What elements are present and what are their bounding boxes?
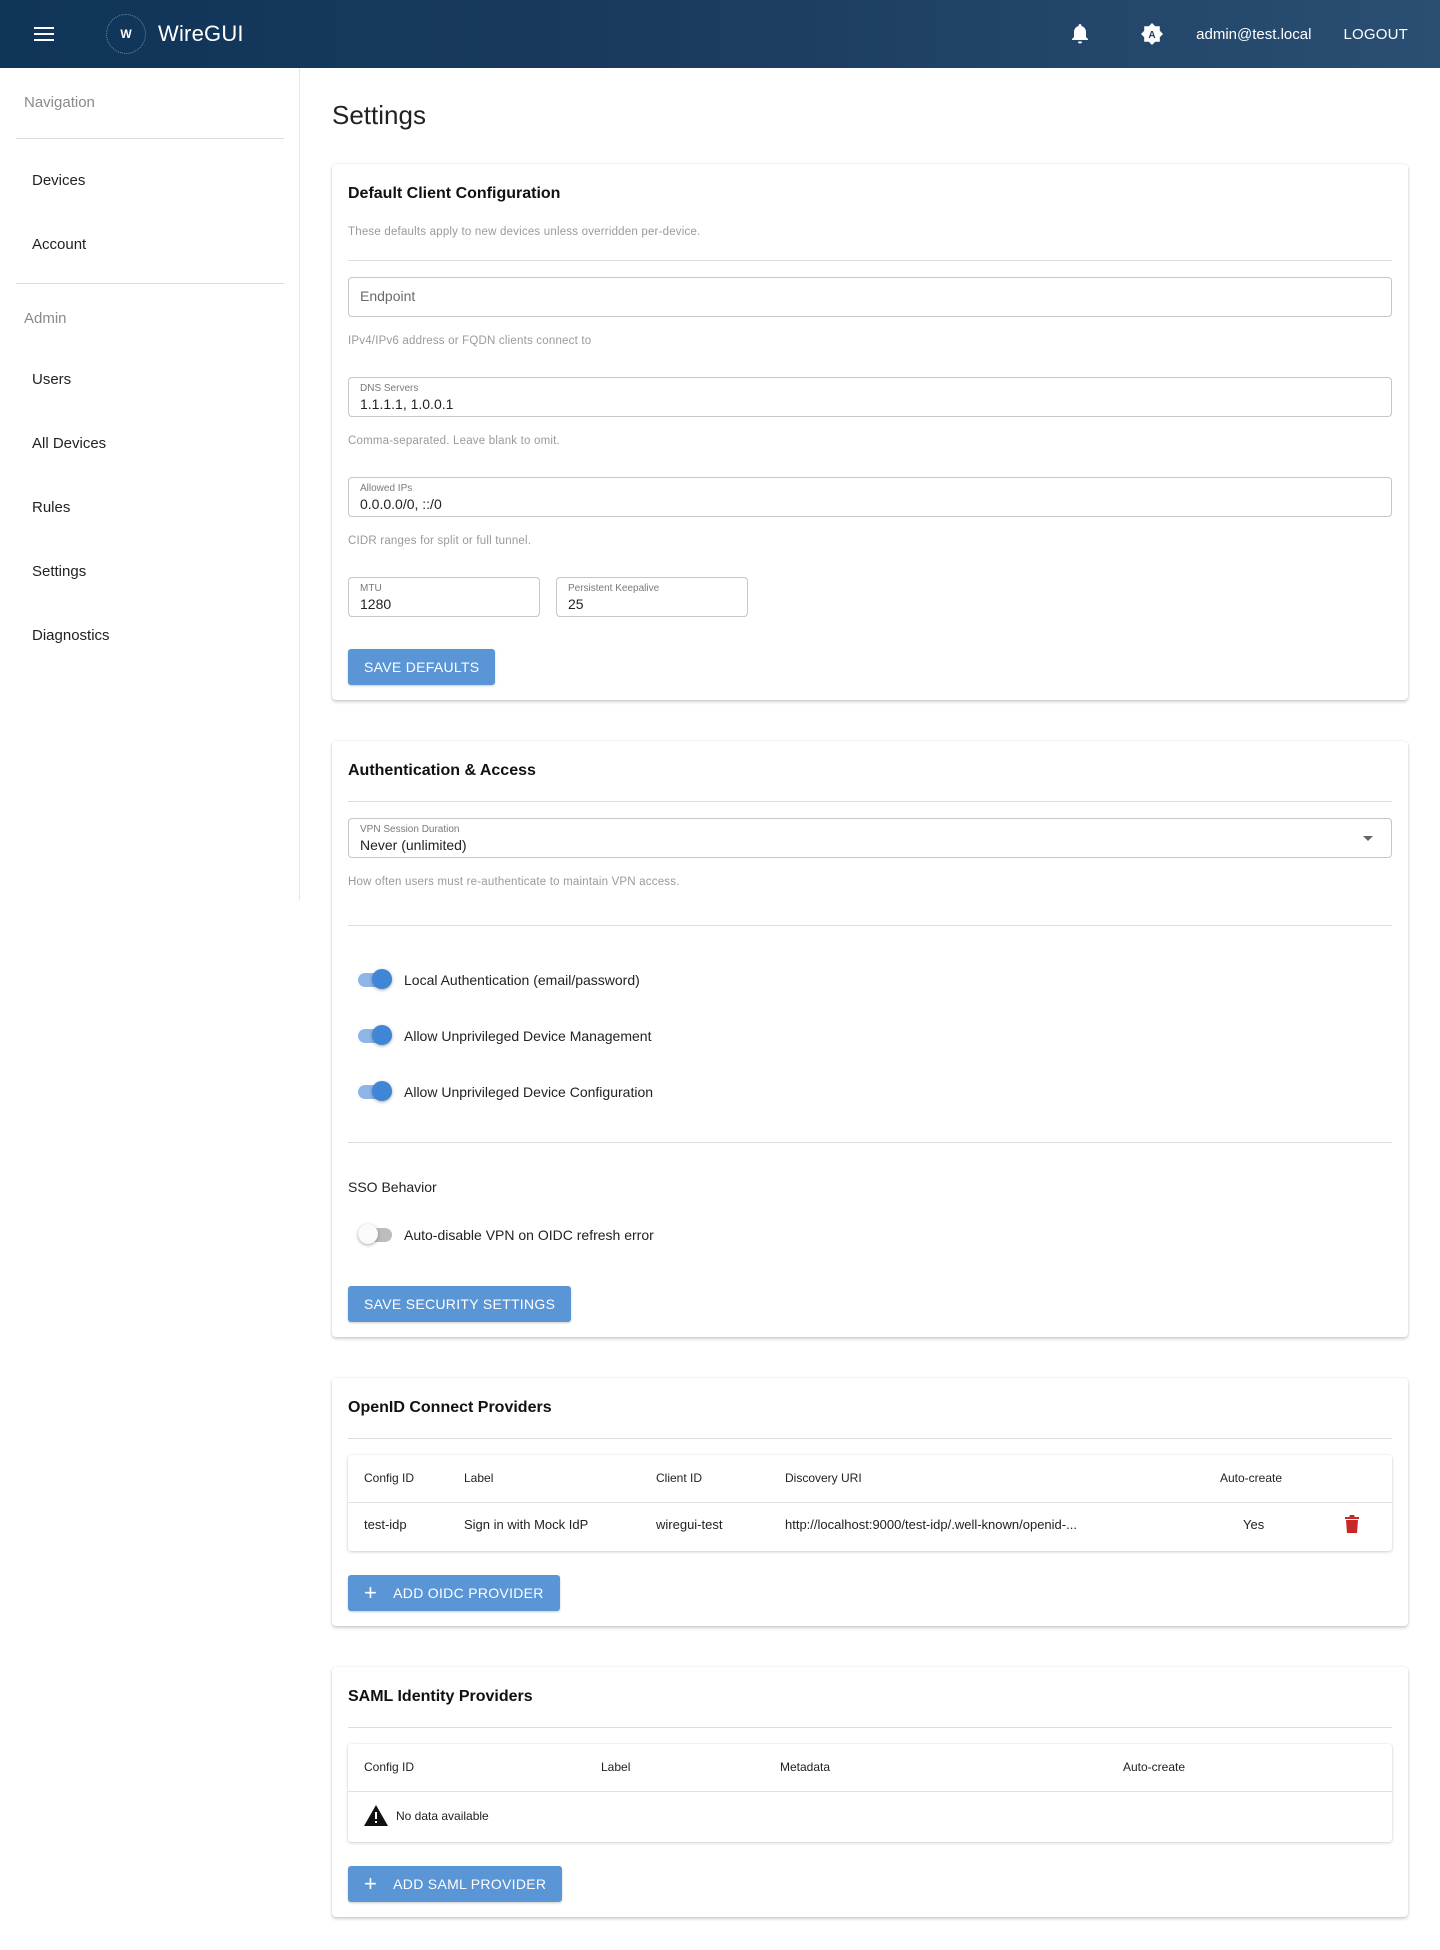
cell-config-id: test-idp [364,1517,407,1532]
auto-disable-vpn-toggle[interactable] [358,1224,392,1244]
cell-client-id: wiregui-test [656,1517,723,1532]
sidebar-item-rules[interactable]: Rules [32,499,70,516]
card-divider [348,925,1392,926]
endpoint-hint: IPv4/IPv6 address or FQDN clients connec… [348,335,592,347]
client-config-card: Default Client Configuration These defau… [332,164,1408,700]
warning-icon [364,1805,388,1827]
allowed-ips-value: 0.0.0.0/0, ::/0 [360,496,442,512]
save-defaults-label: SAVE DEFAULTS [364,659,480,675]
add-oidc-provider-button[interactable]: + ADD OIDC PROVIDER [348,1575,560,1611]
keepalive-value: 25 [568,596,584,612]
local-auth-label: Local Authentication (email/password) [404,972,640,988]
nav-heading: Navigation [24,94,95,111]
sidebar-item-devices[interactable]: Devices [32,172,85,189]
sidebar-item-settings[interactable]: Settings [32,563,86,580]
app-header: W WireGUI A admin@test.local LOGOUT [0,0,1440,68]
card-title: Default Client Configuration [348,185,561,202]
sidebar: Navigation Devices Account Admin Users A… [0,68,300,900]
card-title: OpenID Connect Providers [348,1399,552,1416]
card-title: SAML Identity Providers [348,1688,533,1705]
keepalive-label: Persistent Keepalive [568,583,660,594]
unprivileged-device-config-toggle[interactable] [358,1081,392,1101]
session-duration-label: VPN Session Duration [360,824,460,835]
card-divider [348,260,1392,261]
local-auth-toggle[interactable] [358,969,392,989]
sidebar-item-diagnostics[interactable]: Diagnostics [32,627,110,644]
page-title: Settings [332,100,426,130]
allowed-ips-hint: CIDR ranges for split or full tunnel. [348,535,532,547]
card-divider [348,1438,1392,1439]
plus-icon: + [364,1871,378,1896]
app-logo[interactable]: W [106,14,146,54]
session-duration-hint: How often users must re-authenticate to … [348,876,680,888]
card-divider [348,801,1392,802]
card-subtitle: These defaults apply to new devices unle… [348,226,701,238]
header-divider [348,1791,1392,1792]
unprivileged-device-management-toggle[interactable] [358,1025,392,1045]
column-header[interactable]: Metadata [780,1760,830,1774]
dns-hint: Comma-separated. Leave blank to omit. [348,435,560,447]
menu-icon[interactable] [24,14,64,54]
add-saml-label: ADD SAML PROVIDER [393,1876,547,1892]
endpoint-field[interactable]: Endpoint [348,277,1392,317]
column-header[interactable]: Label [464,1471,493,1485]
column-header[interactable]: Discovery URI [785,1471,862,1485]
dns-servers-field[interactable]: DNS Servers 1.1.1.1, 1.0.0.1 [348,377,1392,417]
vpn-session-duration-select[interactable]: VPN Session Duration Never (unlimited) [348,818,1392,858]
mtu-label: MTU [360,583,382,594]
endpoint-placeholder: Endpoint [360,288,416,304]
empty-state-text: No data available [396,1809,489,1823]
dropdown-arrow-icon [1363,836,1373,841]
card-divider [348,1727,1392,1728]
sso-behavior-heading: SSO Behavior [348,1179,437,1195]
theme-toggle-icon[interactable]: A [1132,14,1172,54]
user-email[interactable]: admin@test.local [1196,26,1311,43]
svg-text:A: A [1149,30,1156,41]
mtu-value: 1280 [360,596,392,612]
oidc-providers-table: Config ID Label Client ID Discovery URI … [348,1455,1392,1551]
save-defaults-button[interactable]: SAVE DEFAULTS [348,649,496,685]
card-divider [348,1142,1392,1143]
add-oidc-label: ADD OIDC PROVIDER [393,1585,544,1601]
cell-discovery-uri: http://localhost:9000/test-idp/.well-kno… [785,1517,1077,1532]
sidebar-item-account[interactable]: Account [32,236,86,253]
column-header[interactable]: Label [601,1760,630,1774]
nav-divider [16,138,284,139]
plus-icon: + [364,1580,378,1605]
admin-heading: Admin [24,310,67,327]
saml-providers-table: Config ID Label Metadata Auto-create No … [348,1744,1392,1842]
mtu-field[interactable]: MTU 1280 [348,577,540,617]
allowed-ips-label: Allowed IPs [360,483,413,494]
column-header[interactable]: Auto-create [1123,1760,1185,1774]
saml-providers-card: SAML Identity Providers Config ID Label … [332,1667,1408,1917]
header-divider [348,1502,1392,1503]
add-saml-provider-button[interactable]: + ADD SAML PROVIDER [348,1866,563,1902]
cell-auto-create: Yes [1243,1517,1265,1532]
cell-label: Sign in with Mock IdP [464,1517,589,1532]
keepalive-field[interactable]: Persistent Keepalive 25 [556,577,748,617]
card-title: Authentication & Access [348,762,536,779]
allowed-ips-field[interactable]: Allowed IPs 0.0.0.0/0, ::/0 [348,477,1392,517]
save-security-settings-button[interactable]: SAVE SECURITY SETTINGS [348,1286,572,1322]
auth-access-card: Authentication & Access VPN Session Dura… [332,741,1408,1337]
auto-disable-vpn-label: Auto-disable VPN on OIDC refresh error [404,1227,654,1243]
dns-value: 1.1.1.1, 1.0.0.1 [360,396,454,412]
bell-icon[interactable] [1060,14,1100,54]
column-header[interactable]: Config ID [364,1471,414,1485]
logout-button[interactable]: LOGOUT [1343,26,1408,43]
column-header[interactable]: Auto-create [1220,1471,1282,1485]
unprivileged-device-config-label: Allow Unprivileged Device Configuration [404,1084,654,1100]
column-header[interactable]: Client ID [656,1471,702,1485]
session-duration-value: Never (unlimited) [360,837,467,853]
sidebar-item-users[interactable]: Users [32,371,71,388]
app-brand: WireGUI [158,21,244,46]
sidebar-item-all-devices[interactable]: All Devices [32,435,106,452]
column-header[interactable]: Config ID [364,1760,414,1774]
nav-divider [16,283,284,284]
dns-label: DNS Servers [360,383,419,394]
save-security-label: SAVE SECURITY SETTINGS [364,1296,556,1312]
unprivileged-device-management-label: Allow Unprivileged Device Management [404,1028,652,1044]
oidc-providers-card: OpenID Connect Providers Config ID Label… [332,1378,1408,1626]
delete-icon[interactable] [1345,1515,1363,1535]
